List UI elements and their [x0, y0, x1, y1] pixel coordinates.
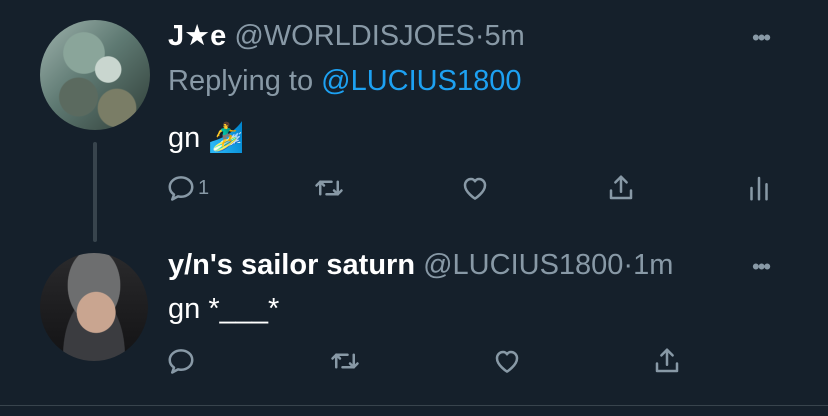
- share-button[interactable]: [606, 168, 636, 208]
- more-icon[interactable]: •••: [752, 256, 771, 278]
- tweet-header: y/n's sailor saturn @LUCIUS1800·1m: [168, 247, 673, 283]
- analytics-icon: [750, 176, 768, 201]
- timestamp[interactable]: 5m: [485, 20, 525, 52]
- replying-to-label: Replying to: [168, 65, 322, 97]
- avatar[interactable]: [40, 253, 148, 361]
- tweet-actions: [164, 341, 804, 381]
- like-icon: [495, 350, 519, 373]
- display-name[interactable]: y/n's sailor saturn: [168, 249, 415, 281]
- reply-button[interactable]: 1: [166, 168, 209, 208]
- replying-to: Replying to @LUCIUS1800: [168, 63, 521, 99]
- retweet-button[interactable]: [314, 168, 344, 208]
- timestamp[interactable]: 1m: [633, 249, 673, 281]
- display-name[interactable]: J★e: [168, 20, 226, 52]
- handle[interactable]: @LUCIUS1800: [423, 249, 623, 281]
- tweet-text: gn 🏄‍♂️: [168, 122, 245, 154]
- reply-icon: [168, 349, 194, 374]
- reply-count: 1: [198, 176, 210, 199]
- share-icon: [655, 348, 679, 373]
- tweet-text: gn *___*: [168, 293, 280, 325]
- tweet-1[interactable]: J★e @WORLDISJOES·5m ••• Replying to @LUC…: [0, 0, 828, 240]
- like-button[interactable]: [460, 168, 490, 208]
- share-button[interactable]: [652, 341, 682, 381]
- analytics-button[interactable]: [744, 168, 774, 208]
- retweet-icon: [331, 353, 359, 369]
- like-icon: [463, 177, 487, 200]
- reply-button[interactable]: [166, 341, 196, 381]
- more-icon[interactable]: •••: [752, 27, 771, 49]
- thread-connector-line: [93, 142, 97, 242]
- reply-icon: [168, 176, 194, 201]
- avatar[interactable]: [40, 20, 150, 130]
- share-icon: [609, 175, 633, 200]
- tweet-actions: 1: [164, 168, 804, 208]
- tweet-header: J★e @WORLDISJOES·5m: [168, 18, 525, 54]
- separator-dot: ·: [623, 249, 634, 281]
- handle[interactable]: @WORLDISJOES: [234, 20, 475, 52]
- retweet-icon: [315, 180, 343, 196]
- separator-dot: ·: [474, 20, 485, 52]
- retweet-button[interactable]: [330, 341, 360, 381]
- tweet-2[interactable]: y/n's sailor saturn @LUCIUS1800·1m ••• g…: [0, 240, 828, 410]
- bottom-divider: [0, 405, 828, 406]
- replying-to-handle-link[interactable]: @LUCIUS1800: [321, 65, 521, 97]
- like-button[interactable]: [492, 341, 522, 381]
